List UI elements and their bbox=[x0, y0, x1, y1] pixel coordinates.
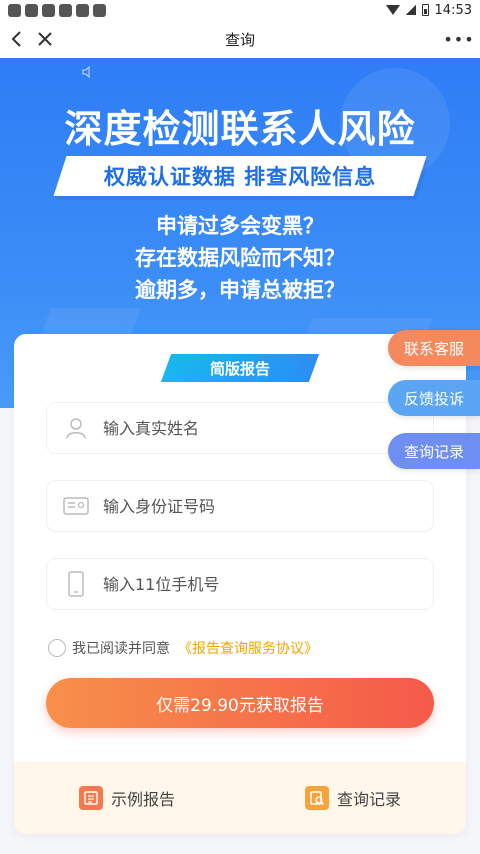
query-records-label: 查询记录 bbox=[336, 790, 401, 809]
hero-title: 深度检测联系人风险 bbox=[64, 107, 416, 151]
notification-icon bbox=[8, 3, 21, 17]
notification-icon bbox=[25, 3, 38, 17]
wifi-icon bbox=[385, 5, 400, 15]
agreement-row: 我已阅读并同意 《报告查询服务协议》 bbox=[48, 638, 318, 658]
more-icon[interactable]: ••• bbox=[443, 28, 473, 50]
nav-bar: 查询 ••• bbox=[0, 20, 480, 58]
contact-service-button[interactable]: 联系客服 bbox=[388, 330, 480, 366]
phone-field[interactable] bbox=[46, 558, 434, 610]
notification-icons bbox=[8, 3, 106, 17]
status-bar: 14:53 bbox=[0, 0, 480, 20]
user-icon bbox=[63, 415, 89, 441]
search-record-icon bbox=[304, 786, 329, 810]
agree-label: 我已阅读并同意 bbox=[72, 641, 170, 657]
hero-question: 申请过多会变黑？ bbox=[156, 214, 324, 238]
sample-report-button[interactable]: 示例报告 bbox=[78, 786, 175, 810]
feedback-button[interactable]: 反馈投诉 bbox=[388, 380, 480, 416]
report-type-badge: 简版报告 bbox=[160, 354, 320, 382]
speaker-icon[interactable] bbox=[82, 65, 94, 79]
report-icon bbox=[78, 786, 103, 810]
hero-ribbon-text: 权威认证数据 排查风险信息 bbox=[103, 165, 377, 189]
close-icon[interactable] bbox=[34, 28, 56, 50]
id-field[interactable] bbox=[46, 480, 434, 532]
notification-icon bbox=[59, 3, 72, 17]
notification-icon bbox=[93, 3, 106, 17]
hero-question: 存在数据风险而不知？ bbox=[135, 246, 345, 270]
phone-input[interactable] bbox=[103, 574, 383, 594]
phone-icon bbox=[63, 571, 89, 597]
page-title: 查询 bbox=[224, 30, 255, 49]
status-time: 14:53 bbox=[434, 2, 472, 18]
back-icon[interactable] bbox=[6, 28, 28, 50]
id-card-icon bbox=[63, 493, 89, 519]
query-records-float-button[interactable]: 查询记录 bbox=[388, 433, 480, 469]
agree-checkbox[interactable] bbox=[48, 639, 66, 657]
card-footer: 示例报告 查询记录 bbox=[14, 762, 466, 834]
agreement-link[interactable]: 《报告查询服务协议》 bbox=[178, 638, 318, 658]
notification-icon bbox=[42, 3, 55, 17]
name-field[interactable] bbox=[46, 402, 434, 454]
id-number-input[interactable] bbox=[103, 496, 383, 516]
hero-question: 逾期多，申请总被拒？ bbox=[135, 278, 345, 302]
name-input[interactable] bbox=[103, 418, 383, 438]
notification-icon bbox=[76, 3, 89, 17]
get-report-button[interactable]: 仅需29.90元获取报告 bbox=[46, 678, 434, 728]
query-records-button[interactable]: 查询记录 bbox=[304, 786, 401, 810]
sample-report-label: 示例报告 bbox=[110, 790, 175, 809]
battery-icon bbox=[421, 4, 429, 16]
signal-icon bbox=[405, 5, 416, 15]
